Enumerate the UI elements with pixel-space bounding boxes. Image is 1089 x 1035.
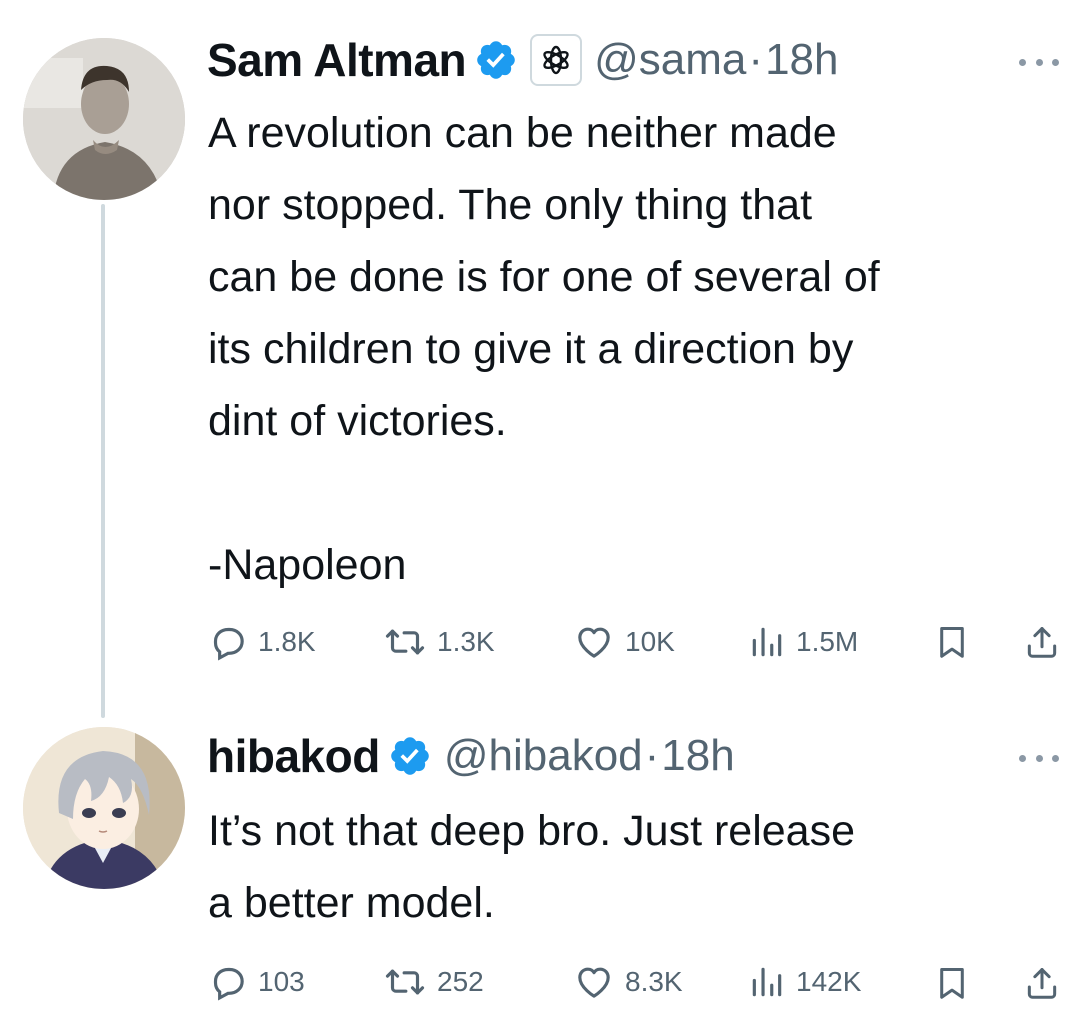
heart-icon	[578, 627, 610, 658]
thread-connector-line	[101, 204, 105, 718]
author-handle[interactable]: @sama	[594, 35, 746, 85]
tweet-actions: 103 252 8.3K 142K	[208, 962, 1068, 1006]
separator-dot: ·	[748, 35, 764, 84]
views-button[interactable]: 142K	[748, 962, 861, 1002]
view-count: 1.5M	[796, 626, 859, 657]
tweet-actions: 1.8K 1.3K 10K 1.5M	[208, 620, 1068, 664]
retweet-count: 1.3K	[437, 626, 495, 657]
tweet-text: A revolution can be neither made nor sto…	[208, 109, 880, 589]
tweet-header: hibakod @hibakod · 18h	[207, 724, 735, 788]
like-count: 10K	[625, 626, 675, 657]
retweet-count: 252	[437, 966, 484, 997]
like-button[interactable]: 10K	[573, 622, 675, 662]
retweet-button[interactable]: 252	[383, 962, 484, 1002]
heart-icon	[578, 967, 610, 998]
bookmark-button[interactable]	[933, 621, 971, 663]
tweet-timestamp[interactable]: 18h	[661, 731, 734, 781]
reply-button[interactable]: 103	[208, 962, 305, 1002]
share-button[interactable]	[1023, 621, 1061, 663]
reply-icon	[213, 627, 244, 661]
like-button[interactable]: 8.3K	[573, 962, 683, 1002]
reply-count: 1.8K	[258, 626, 316, 657]
retweet-icon	[385, 629, 425, 655]
tweet-header: Sam Altman @sama · 18h	[207, 28, 838, 92]
analytics-icon	[752, 627, 782, 657]
avatar-anime-character	[23, 727, 185, 889]
author-name[interactable]: Sam Altman	[207, 33, 467, 87]
retweet-icon	[385, 969, 425, 995]
views-button[interactable]: 1.5M	[748, 622, 858, 662]
more-options-icon[interactable]	[1019, 52, 1059, 72]
separator-dot: ·	[644, 731, 660, 780]
bookmark-icon	[940, 968, 964, 999]
analytics-icon	[752, 967, 782, 997]
share-icon	[1027, 627, 1057, 658]
more-options-icon[interactable]	[1019, 748, 1059, 768]
openai-logo-icon	[543, 45, 569, 75]
verified-badge-icon	[391, 737, 429, 775]
reply-count: 103	[258, 966, 305, 997]
avatar-photo	[23, 38, 185, 200]
like-count: 8.3K	[625, 966, 683, 997]
author-handle[interactable]: @hibakod	[444, 731, 643, 781]
tweet-text: It’s not that deep bro. Just release a b…	[208, 807, 855, 927]
view-count: 142K	[796, 966, 862, 997]
verified-badge-icon	[477, 41, 515, 79]
reply-button[interactable]: 1.8K	[208, 622, 316, 662]
reply-icon	[213, 967, 244, 1001]
avatar-sam-altman[interactable]	[23, 38, 185, 200]
author-name[interactable]: hibakod	[207, 729, 380, 783]
share-icon	[1027, 968, 1057, 999]
retweet-button[interactable]: 1.3K	[383, 622, 495, 662]
share-button[interactable]	[1023, 962, 1061, 1004]
bookmark-icon	[940, 627, 964, 658]
tweet-thread: Sam Altman @sama · 18h A revolution can …	[0, 0, 1089, 1035]
bookmark-button[interactable]	[933, 962, 971, 1004]
avatar-hibakod[interactable]	[23, 727, 185, 889]
tweet-timestamp[interactable]: 18h	[765, 35, 838, 85]
openai-affiliate-badge[interactable]	[530, 34, 583, 86]
